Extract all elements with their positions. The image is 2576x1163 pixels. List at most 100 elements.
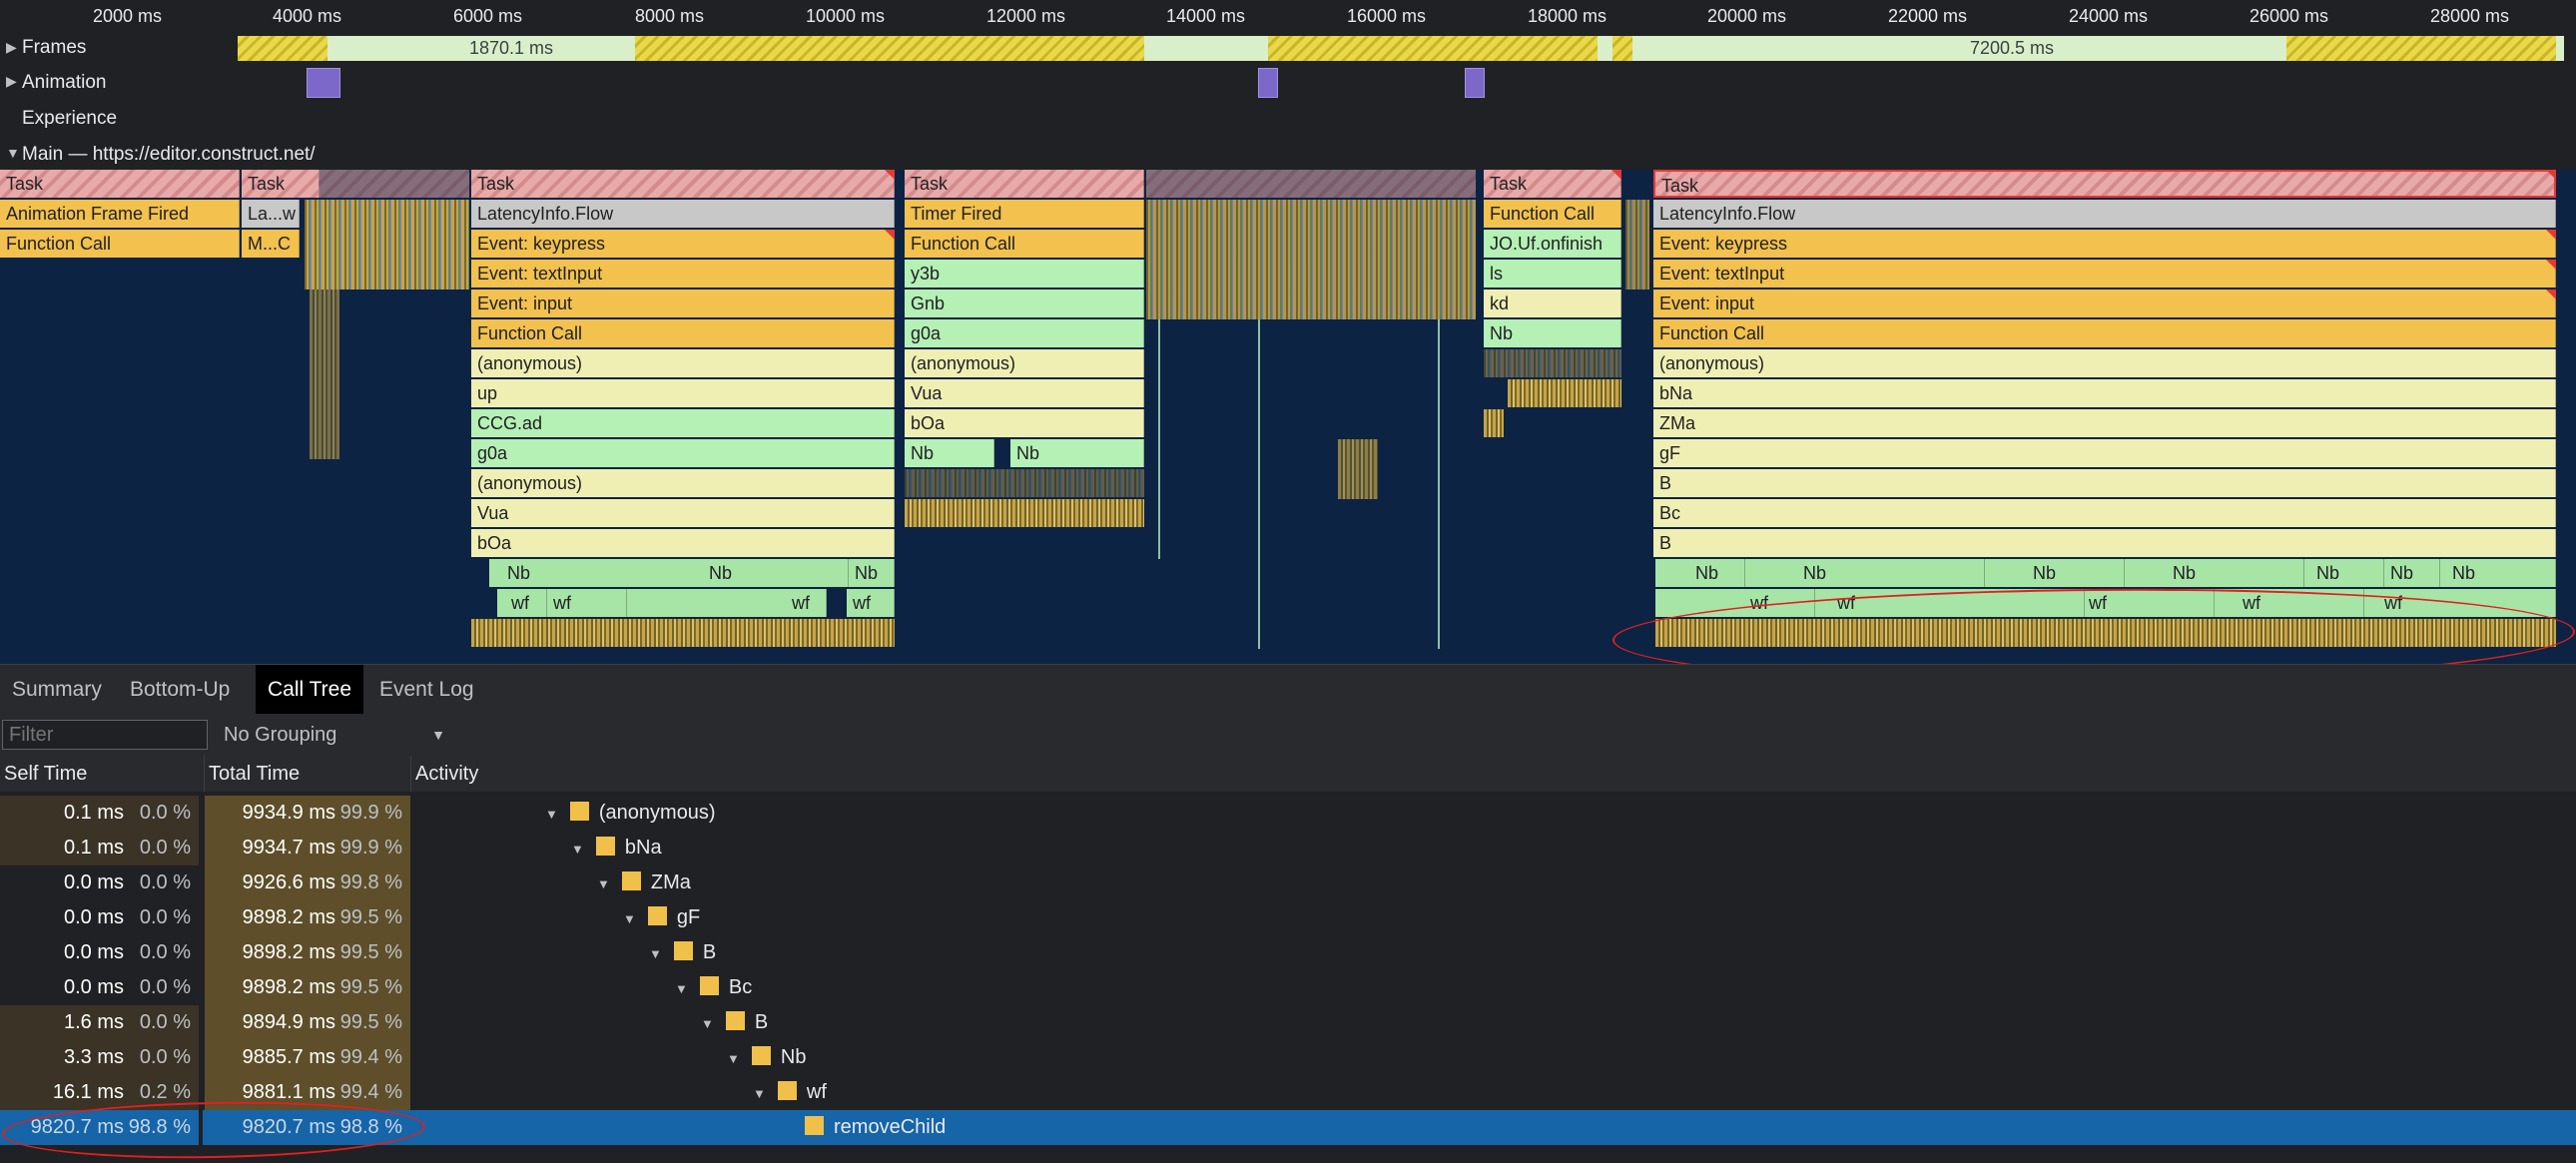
flame-block[interactable]: Function Call: [1653, 319, 2556, 347]
main-track-header[interactable]: ▼ Main — https://editor.construct.net/: [0, 136, 2576, 171]
flame-block[interactable]: Event: input: [1653, 290, 2556, 317]
flame-block[interactable]: wf: [2215, 589, 2364, 617]
flame-block[interactable]: JO.Uf.onfinish: [1484, 230, 1621, 258]
flame-block[interactable]: Nb: [1985, 559, 2125, 587]
table-row[interactable]: 0.0 ms 0.0 % 9898.2 ms 99.5 % ▼ B: [0, 935, 2576, 970]
flame-block[interactable]: M...C: [242, 230, 300, 258]
table-row[interactable]: 1.6 ms 0.0 % 9894.9 ms 99.5 % ▼ B: [0, 1005, 2576, 1040]
tab-summary[interactable]: Summary: [0, 665, 114, 715]
flame-block[interactable]: Event: textInput: [1653, 260, 2556, 288]
flame-block[interactable]: Nb: [2125, 559, 2304, 587]
table-row[interactable]: 0.1 ms 0.0 % 9934.9 ms 99.9 % ▼ (anonymous): [0, 796, 2576, 831]
flame-block[interactable]: Nb: [1655, 559, 1745, 587]
table-row[interactable]: 0.0 ms 0.0 % 9898.2 ms 99.5 % ▼ gF: [0, 900, 2576, 935]
flame-block[interactable]: Nb: [489, 559, 709, 587]
flame-block[interactable]: Task: [1484, 170, 1621, 198]
flame-block[interactable]: kd: [1484, 290, 1621, 317]
tab-bottom-up[interactable]: Bottom-Up: [118, 665, 242, 715]
flame-chart[interactable]: Task Animation Frame Fired Function Call…: [0, 170, 2576, 664]
expand-triangle-icon[interactable]: ▶: [6, 39, 17, 56]
flame-block[interactable]: y3b: [905, 260, 1144, 288]
tab-event-log[interactable]: Event Log: [367, 665, 486, 715]
flame-block[interactable]: up: [471, 379, 895, 407]
flame-block[interactable]: wf: [547, 589, 627, 617]
flame-block[interactable]: Nb: [1745, 559, 1985, 587]
flame-block[interactable]: wf: [497, 589, 547, 617]
flame-block[interactable]: Bc: [1653, 499, 2556, 527]
flame-block[interactable]: bOa: [905, 409, 1144, 437]
expand-triangle-icon[interactable]: ▶: [6, 73, 17, 90]
tab-call-tree[interactable]: Call Tree: [256, 665, 364, 715]
animation-event[interactable]: [1465, 68, 1485, 98]
table-row[interactable]: 0.0 ms 0.0 % 9898.2 ms 99.5 % ▼ Bc: [0, 970, 2576, 1005]
column-activity[interactable]: Activity: [411, 756, 2576, 792]
flame-block[interactable]: Function Call: [471, 319, 895, 347]
flame-block[interactable]: wf: [2364, 589, 2556, 617]
flame-block[interactable]: wf: [1655, 589, 1815, 617]
flame-block[interactable]: (anonymous): [471, 349, 895, 377]
flame-block[interactable]: Function Call: [905, 230, 1144, 258]
flame-block[interactable]: bNa: [1653, 379, 2556, 407]
flame-block[interactable]: Nb: [849, 559, 895, 587]
flame-block[interactable]: bOa: [471, 529, 895, 557]
function-square-icon: [699, 976, 719, 996]
collapse-triangle-icon[interactable]: ▼: [6, 145, 20, 161]
flame-block[interactable]: (anonymous): [471, 469, 895, 497]
table-row[interactable]: 16.1 ms 0.2 % 9881.1 ms 99.4 % ▼ wf: [0, 1075, 2576, 1110]
table-row-selected[interactable]: 9820.7 ms 98.8 % 9820.7 ms 98.8 % removeCh…: [0, 1110, 2576, 1145]
flame-block[interactable]: (anonymous): [1653, 349, 2556, 377]
flame-block[interactable]: La...w: [242, 200, 300, 228]
flame-block[interactable]: g0a: [471, 439, 895, 467]
filter-input[interactable]: [2, 720, 208, 750]
column-total-time[interactable]: Total Time: [205, 756, 411, 792]
flame-block[interactable]: LatencyInfo.Flow: [471, 200, 895, 228]
frames-track[interactable]: ▶ Frames 1870.1 ms 7200.5 ms: [0, 33, 2576, 65]
flame-block[interactable]: Nb: [2384, 559, 2440, 587]
flame-block[interactable]: Event: keypress: [1653, 230, 2556, 258]
flame-block[interactable]: ls: [1484, 260, 1621, 288]
flame-block[interactable]: g0a: [905, 319, 1144, 347]
flame-block[interactable]: Event: keypress: [471, 230, 895, 258]
flame-block[interactable]: wf: [847, 589, 895, 617]
table-row[interactable]: 0.0 ms 0.0 % 9926.6 ms 99.8 % ▼ ZMa: [0, 866, 2576, 900]
animation-event[interactable]: [307, 68, 340, 98]
flame-block[interactable]: LatencyInfo.Flow: [1653, 200, 2556, 228]
flame-block[interactable]: Nb: [2440, 559, 2556, 587]
flame-block[interactable]: wf: [627, 589, 827, 617]
animation-track[interactable]: ▶ Animation: [0, 64, 2576, 101]
flame-block[interactable]: wf: [2085, 589, 2215, 617]
flame-block[interactable]: Nb: [1484, 319, 1621, 347]
flame-block[interactable]: Task: [242, 170, 320, 198]
flame-block[interactable]: Function Call: [1484, 200, 1621, 228]
flame-block[interactable]: Vua: [471, 499, 895, 527]
flame-block[interactable]: gF: [1653, 439, 2556, 467]
flame-block[interactable]: Nb: [905, 439, 994, 467]
flame-block[interactable]: B: [1653, 469, 2556, 497]
flame-block[interactable]: (anonymous): [905, 349, 1144, 377]
flame-block[interactable]: Event: input: [471, 290, 895, 317]
flame-block[interactable]: wf: [1815, 589, 2085, 617]
animation-event[interactable]: [1258, 68, 1278, 98]
flame-block[interactable]: Nb: [1010, 439, 1144, 467]
flame-block[interactable]: Vua: [905, 379, 1144, 407]
flame-block[interactable]: Gnb: [905, 290, 1144, 317]
table-row[interactable]: 0.1 ms 0.0 % 9934.7 ms 99.9 % ▼ bNa: [0, 831, 2576, 866]
experience-track[interactable]: Experience: [0, 100, 2576, 137]
flame-block[interactable]: B: [1653, 529, 2556, 557]
grouping-select[interactable]: No Grouping ▼: [218, 720, 453, 750]
flame-block[interactable]: CCG.ad: [471, 409, 895, 437]
flame-block[interactable]: Timer Fired: [905, 200, 1144, 228]
flame-block[interactable]: Nb: [2304, 559, 2384, 587]
flame-block[interactable]: Function Call: [0, 230, 240, 258]
flame-block[interactable]: Task: [471, 170, 895, 198]
flame-block[interactable]: Task: [1653, 170, 2556, 198]
column-self-time[interactable]: Self Time: [0, 756, 205, 792]
time-ruler[interactable]: 2000 ms 4000 ms 6000 ms 8000 ms 10000 ms…: [0, 0, 2576, 34]
flame-block[interactable]: ZMa: [1653, 409, 2556, 437]
flame-block[interactable]: Animation Frame Fired: [0, 200, 240, 228]
table-row[interactable]: 3.3 ms 0.0 % 9885.7 ms 99.4 % ▼ Nb: [0, 1040, 2576, 1075]
flame-block[interactable]: Nb: [699, 559, 849, 587]
flame-block[interactable]: Task: [0, 170, 240, 198]
flame-block[interactable]: Event: textInput: [471, 260, 895, 288]
flame-block[interactable]: Task: [905, 170, 1144, 198]
